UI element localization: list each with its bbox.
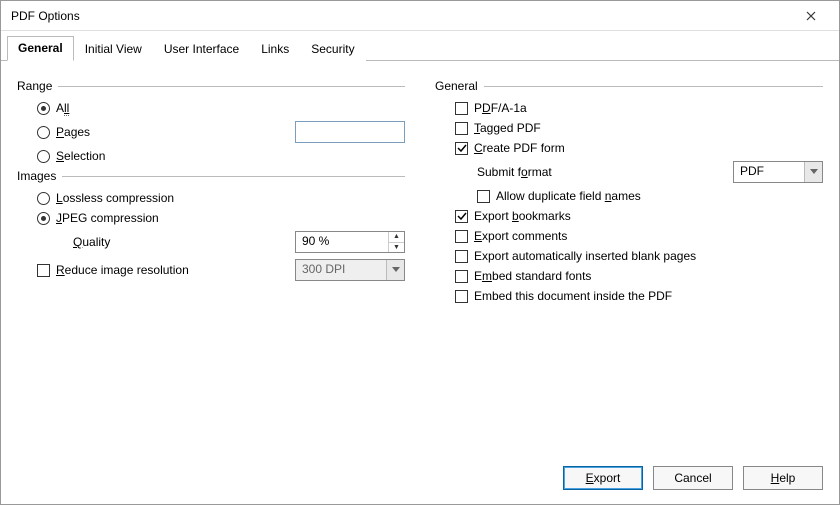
group-general-label: General [435,79,484,93]
radio-pages[interactable] [37,126,50,139]
checkbox-blank-pages[interactable] [455,250,468,263]
dup-label: Allow duplicate field names [496,189,641,203]
submit-row: Submit format PDF [435,161,823,183]
submit-label: Submit format [477,165,552,179]
checkbox-embed-document[interactable] [455,290,468,303]
dpi-combo[interactable]: 300 DPI [295,259,405,281]
radio-selection[interactable] [37,150,50,163]
checkbox-comments[interactable] [455,230,468,243]
quality-row: Quality 90 % ▲ ▼ [17,231,405,253]
quality-up[interactable]: ▲ [389,232,404,243]
tab-links[interactable]: Links [250,37,300,61]
titlebar: PDF Options [1,1,839,31]
submit-format-combo[interactable]: PDF [733,161,823,183]
radio-lossless-label: Lossless compression [56,191,174,205]
radio-pages-row[interactable]: Pages [17,121,405,143]
radio-selection-row[interactable]: Selection [17,149,405,163]
tab-general[interactable]: General [7,36,74,61]
tab-security[interactable]: Security [300,37,365,61]
pdfa-label: PDF/A-1a [474,101,527,115]
checkbox-duplicate-names[interactable] [477,190,490,203]
chevron-down-icon [804,162,822,182]
bookmarks-row[interactable]: Export bookmarks [435,209,823,223]
cancel-button[interactable]: Cancel [653,466,733,490]
blank-row[interactable]: Export automatically inserted blank page… [435,249,823,263]
left-column: Range All Pages Selection Images [17,73,405,456]
radio-jpeg-row[interactable]: JPEG compression [17,211,405,225]
dup-row[interactable]: Allow duplicate field names [435,189,823,203]
radio-selection-label: Selection [56,149,105,163]
checkbox-pdfa[interactable] [455,102,468,115]
checkbox-create-form[interactable] [455,142,468,155]
radio-all-row[interactable]: All [17,101,405,115]
tab-user-interface[interactable]: User Interface [153,37,250,61]
submit-format-value: PDF [734,162,804,182]
reduce-label: Reduce image resolution [56,263,189,277]
comments-row[interactable]: Export comments [435,229,823,243]
close-button[interactable] [791,2,831,30]
quality-label: Quality [73,235,110,249]
reduce-row[interactable]: Reduce image resolution 300 DPI [17,259,405,281]
tab-initial-view[interactable]: Initial View [74,37,153,61]
embeddoc-row[interactable]: Embed this document inside the PDF [435,289,823,303]
export-button[interactable]: Export [563,466,643,490]
radio-all-label: All [56,101,69,115]
form-row[interactable]: Create PDF form [435,141,823,155]
embed-label: Embed standard fonts [474,269,591,283]
bookmarks-label: Export bookmarks [474,209,571,223]
embeddoc-label: Embed this document inside the PDF [474,289,672,303]
radio-all[interactable] [37,102,50,115]
group-images-header: Images [17,169,405,183]
group-range-label: Range [17,79,58,93]
embed-row[interactable]: Embed standard fonts [435,269,823,283]
group-general-header: General [435,79,823,93]
radio-lossless[interactable] [37,192,50,205]
blank-label: Export automatically inserted blank page… [474,249,696,263]
tab-content: Range All Pages Selection Images [1,61,839,456]
radio-pages-label: Pages [56,125,90,139]
close-icon [806,11,816,21]
pdf-options-dialog: PDF Options General Initial View User In… [0,0,840,505]
radio-jpeg[interactable] [37,212,50,225]
checkbox-bookmarks[interactable] [455,210,468,223]
checkbox-tagged[interactable] [455,122,468,135]
tagged-row[interactable]: Tagged PDF [435,121,823,135]
window-title: PDF Options [11,9,791,23]
help-button[interactable]: Help [743,466,823,490]
quality-value[interactable]: 90 % [296,232,388,252]
radio-jpeg-label: JPEG compression [56,211,159,225]
form-label: Create PDF form [474,141,565,155]
group-range-header: Range [17,79,405,93]
checkbox-embed-fonts[interactable] [455,270,468,283]
button-bar: Export Cancel Help [1,456,839,504]
pages-input[interactable] [295,121,405,143]
tagged-label: Tagged PDF [474,121,541,135]
chevron-down-icon [386,260,404,280]
quality-down[interactable]: ▼ [389,243,404,253]
dpi-value: 300 DPI [296,260,386,280]
checkbox-reduce-resolution[interactable] [37,264,50,277]
comments-label: Export comments [474,229,567,243]
right-column: General PDF/A-1a Tagged PDF Create PDF f… [435,73,823,456]
group-images-label: Images [17,169,62,183]
tabstrip: General Initial View User Interface Link… [1,31,839,61]
pdfa-row[interactable]: PDF/A-1a [435,101,823,115]
radio-lossless-row[interactable]: Lossless compression [17,191,405,205]
quality-spinner[interactable]: 90 % ▲ ▼ [295,231,405,253]
